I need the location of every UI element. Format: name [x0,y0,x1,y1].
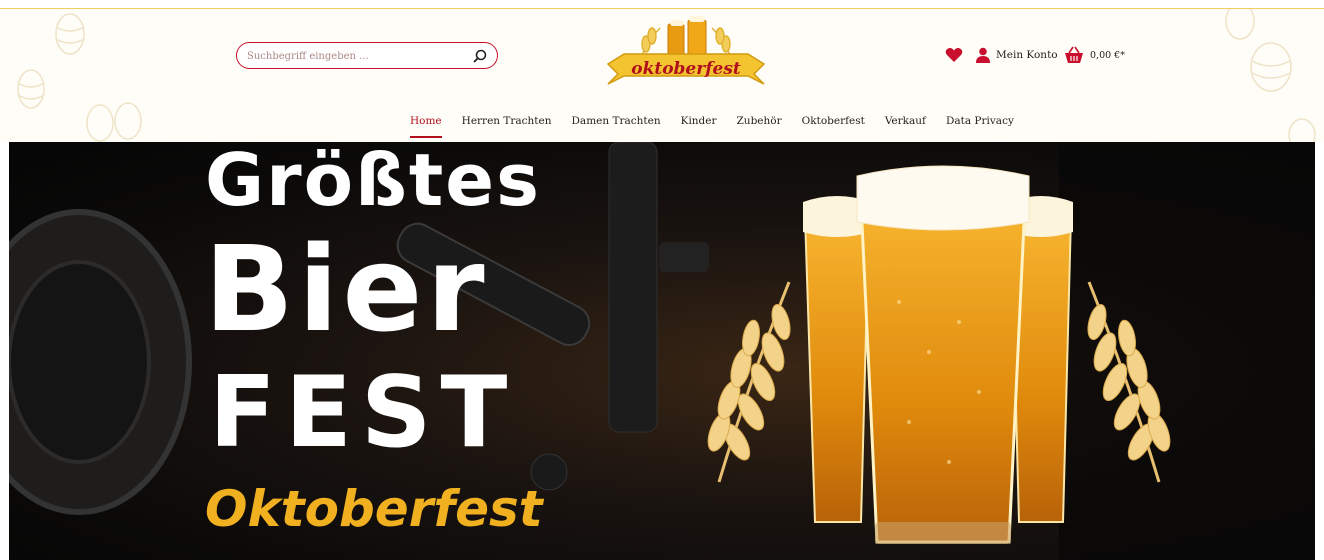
search-input[interactable] [247,47,467,65]
hop-decoration-icon [1288,118,1316,142]
nav-item-verkauf[interactable]: Verkauf [885,115,926,133]
banner-heading-line-1: Größtes [205,142,541,222]
site-header: oktoberfest Mein Konto 0,00 €* Home Herr… [0,9,1324,142]
cart-total: 0,00 €* [1090,49,1125,61]
basket-icon [1065,46,1083,63]
hop-decoration-icon [55,13,85,55]
nav-item-herren-trachten[interactable]: Herren Trachten [462,115,552,133]
hero-banner[interactable]: Größtes Bier FEST Oktoberfest [9,142,1315,560]
user-icon [976,47,990,63]
site-logo[interactable]: oktoberfest [604,14,768,100]
nav-item-home[interactable]: Home [410,115,442,138]
banner-heading-line-4: Oktoberfest [205,480,543,538]
logo-graphic [606,16,766,85]
heart-icon[interactable] [945,47,963,63]
logo-text: oktoberfest [631,59,741,79]
hop-decoration-icon [1250,42,1292,92]
nav-item-data-privacy[interactable]: Data Privacy [946,115,1014,133]
nav-item-oktoberfest[interactable]: Oktoberfest [802,115,865,133]
hop-decoration-icon [17,69,45,109]
cart-link[interactable]: 0,00 €* [1064,45,1125,65]
nav-item-damen-trachten[interactable]: Damen Trachten [572,115,661,133]
nav-item-kinder[interactable]: Kinder [681,115,717,133]
search-icon[interactable] [472,48,488,64]
account-link[interactable]: Mein Konto [976,46,1058,64]
banner-heading-line-3: FEST [209,356,517,470]
nav-item-zubehoer[interactable]: Zubehör [737,115,782,133]
search-box [236,42,498,69]
banner-heading-line-2: Bier [204,220,489,358]
main-navigation: Home Herren Trachten Damen Trachten Kind… [410,115,1034,138]
account-label: Mein Konto [996,49,1058,61]
beer-glasses-illustration [707,165,1171,544]
hop-decoration-icon [86,102,142,142]
